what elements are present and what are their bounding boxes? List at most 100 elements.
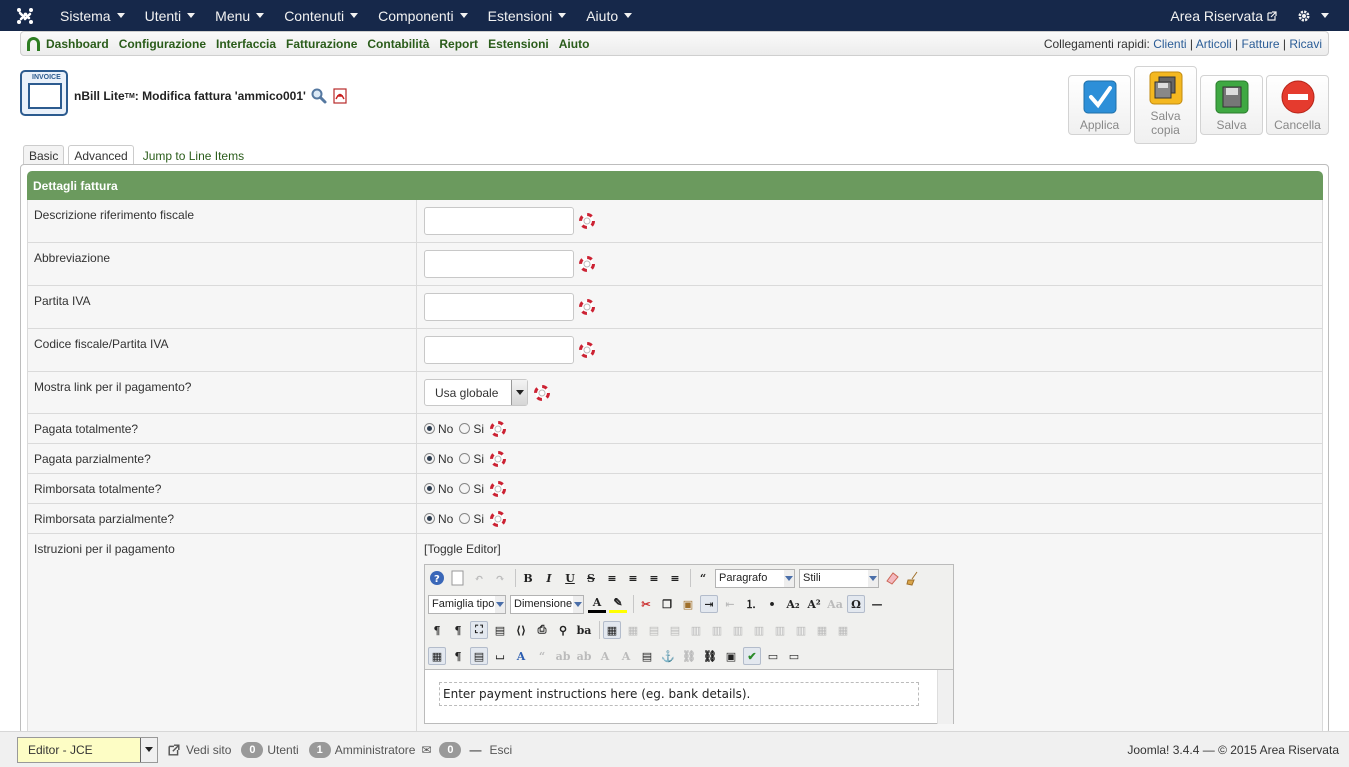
superscript-icon[interactable]: A² [805, 595, 823, 613]
lifebuoy-help-icon[interactable] [490, 420, 507, 437]
attributes-icon[interactable]: ▤ [638, 647, 656, 665]
delete-row-icon[interactable]: ▥ [729, 621, 747, 639]
indent-icon[interactable]: ⇥ [700, 595, 718, 613]
blockquote-icon[interactable]: “ [694, 569, 712, 587]
menu-contenuti[interactable]: Contenuti [274, 0, 368, 31]
unlink-icon[interactable]: ⛓ [680, 647, 698, 665]
subscript-icon[interactable]: A₂ [784, 595, 802, 613]
apply-button[interactable]: Applica [1068, 75, 1131, 135]
media-icon[interactable]: ▭ [785, 647, 803, 665]
eraser-icon[interactable] [883, 569, 901, 587]
new-document-icon[interactable] [449, 569, 467, 587]
align-justify-icon[interactable]: ≡ [603, 569, 621, 587]
quick-link-articoli[interactable]: Articoli [1196, 37, 1232, 51]
align-right-icon[interactable]: ≡ [666, 569, 684, 587]
rtl-icon[interactable]: ¶ [449, 621, 467, 639]
refund-part-no-radio[interactable] [424, 513, 435, 524]
merge-cells-icon[interactable]: ▦ [834, 621, 852, 639]
view-site-link[interactable]: Vedi sito [168, 743, 231, 757]
acronym-icon[interactable]: ab [575, 647, 593, 665]
delete-text-icon[interactable]: A [596, 647, 614, 665]
tax-code-input[interactable] [424, 336, 574, 364]
nav-interfaccia[interactable]: Interfaccia [216, 37, 276, 51]
tab-basic[interactable]: Basic [23, 145, 65, 166]
delete-col-icon[interactable]: ▥ [792, 621, 810, 639]
vat-number-input[interactable] [424, 293, 574, 321]
area-riservata-link[interactable]: Area Riservata [1160, 0, 1287, 31]
outdent-icon[interactable]: ⇤ [721, 595, 739, 613]
paid-full-no-radio[interactable] [424, 423, 435, 434]
menu-menu[interactable]: Menu [205, 0, 274, 31]
horizontal-rule-icon[interactable]: — [868, 595, 886, 613]
link-icon[interactable]: ⛓ [701, 647, 719, 665]
refund-full-no-radio[interactable] [424, 483, 435, 494]
table-icon[interactable]: ▦ [603, 621, 621, 639]
source-icon[interactable]: ⟨⟩ [512, 621, 530, 639]
nav-aiuto[interactable]: Aiuto [559, 37, 590, 51]
nav-dashboard[interactable]: Dashboard [46, 37, 109, 51]
menu-estensioni[interactable]: Estensioni [478, 0, 577, 31]
replace-icon[interactable]: ba [575, 621, 593, 639]
numbered-list-icon[interactable]: ⒈ [742, 595, 760, 613]
menu-componenti[interactable]: Componenti [368, 0, 478, 31]
lifebuoy-help-icon[interactable] [490, 480, 507, 497]
tab-advanced[interactable]: Advanced [68, 145, 134, 166]
special-char-icon[interactable]: Ω [847, 595, 865, 613]
hr-icon[interactable]: ▭ [764, 647, 782, 665]
italic-icon[interactable]: I [540, 569, 558, 587]
save-copy-button[interactable]: Salva copia [1134, 66, 1197, 144]
lifebuoy-help-icon[interactable] [490, 450, 507, 467]
editor-select[interactable]: Editor - JCE [17, 736, 158, 763]
lifebuoy-help-icon[interactable] [490, 510, 507, 527]
save-button[interactable]: Salva [1200, 75, 1263, 135]
abbr-icon[interactable]: ab [554, 647, 572, 665]
non-break-icon[interactable]: ⌴ [491, 647, 509, 665]
anchor-icon[interactable]: ⚓ [659, 647, 677, 665]
fullscreen-icon[interactable]: ⛶ [470, 621, 488, 639]
settings-menu[interactable] [1287, 0, 1349, 31]
menu-utenti[interactable]: Utenti [135, 0, 206, 31]
highlight-color-icon[interactable]: ✎ [609, 595, 627, 613]
image-icon[interactable]: ▣ [722, 647, 740, 665]
bullet-list-icon[interactable]: • [763, 595, 781, 613]
search-replace-icon[interactable]: ⚲ [554, 621, 572, 639]
text-color-icon[interactable]: A [588, 595, 606, 613]
quick-link-fatture[interactable]: Fatture [1242, 37, 1280, 51]
align-center-icon[interactable]: ≡ [624, 569, 642, 587]
refund-full-yes-radio[interactable] [459, 483, 471, 494]
insert-row-after-icon[interactable]: ▥ [708, 621, 726, 639]
visual-chars-icon[interactable]: ¶ [449, 647, 467, 665]
cancel-button[interactable]: Cancella [1266, 75, 1329, 135]
bold-icon[interactable]: B [519, 569, 537, 587]
style-props-icon[interactable]: A [512, 647, 530, 665]
undo-icon[interactable]: ↶ [470, 569, 488, 587]
print-icon[interactable]: ⎙ [533, 621, 551, 639]
align-left-icon[interactable]: ≡ [645, 569, 663, 587]
redo-icon[interactable]: ↷ [491, 569, 509, 587]
row-props-icon[interactable]: ▤ [645, 621, 663, 639]
format-select[interactable]: Paragrafo [715, 568, 795, 588]
lifebuoy-help-icon[interactable] [579, 342, 595, 358]
lifebuoy-help-icon[interactable] [579, 299, 595, 315]
font-size-select[interactable]: Dimensione de [510, 594, 584, 614]
nav-fatturazione[interactable]: Fatturazione [286, 37, 357, 51]
joomla-logo-icon[interactable] [0, 7, 50, 25]
quick-link-ricavi[interactable]: Ricavi [1289, 37, 1322, 51]
nav-report[interactable]: Report [439, 37, 478, 51]
visual-aid-icon[interactable]: ▦ [428, 647, 446, 665]
paid-part-no-radio[interactable] [424, 453, 435, 464]
font-family-select[interactable]: Famiglia tipo c [428, 594, 506, 614]
insert-text-icon[interactable]: A [617, 647, 635, 665]
messages[interactable]: ✉ 0 [421, 741, 465, 758]
underline-icon[interactable]: U [561, 569, 579, 587]
toggle-editor-link[interactable]: [Toggle Editor] [424, 542, 1315, 556]
insert-col-after-icon[interactable]: ▥ [771, 621, 789, 639]
paste-icon[interactable]: ▣ [679, 595, 697, 613]
menu-aiuto[interactable]: Aiuto [576, 0, 642, 31]
copy-icon[interactable]: ❐ [658, 595, 676, 613]
cell-props-icon[interactable]: ▤ [666, 621, 684, 639]
lifebuoy-help-icon[interactable] [534, 384, 550, 401]
search-icon[interactable] [310, 87, 328, 105]
nav-configurazione[interactable]: Configurazione [119, 37, 206, 51]
nav-contabilita[interactable]: Contabilità [367, 37, 429, 51]
